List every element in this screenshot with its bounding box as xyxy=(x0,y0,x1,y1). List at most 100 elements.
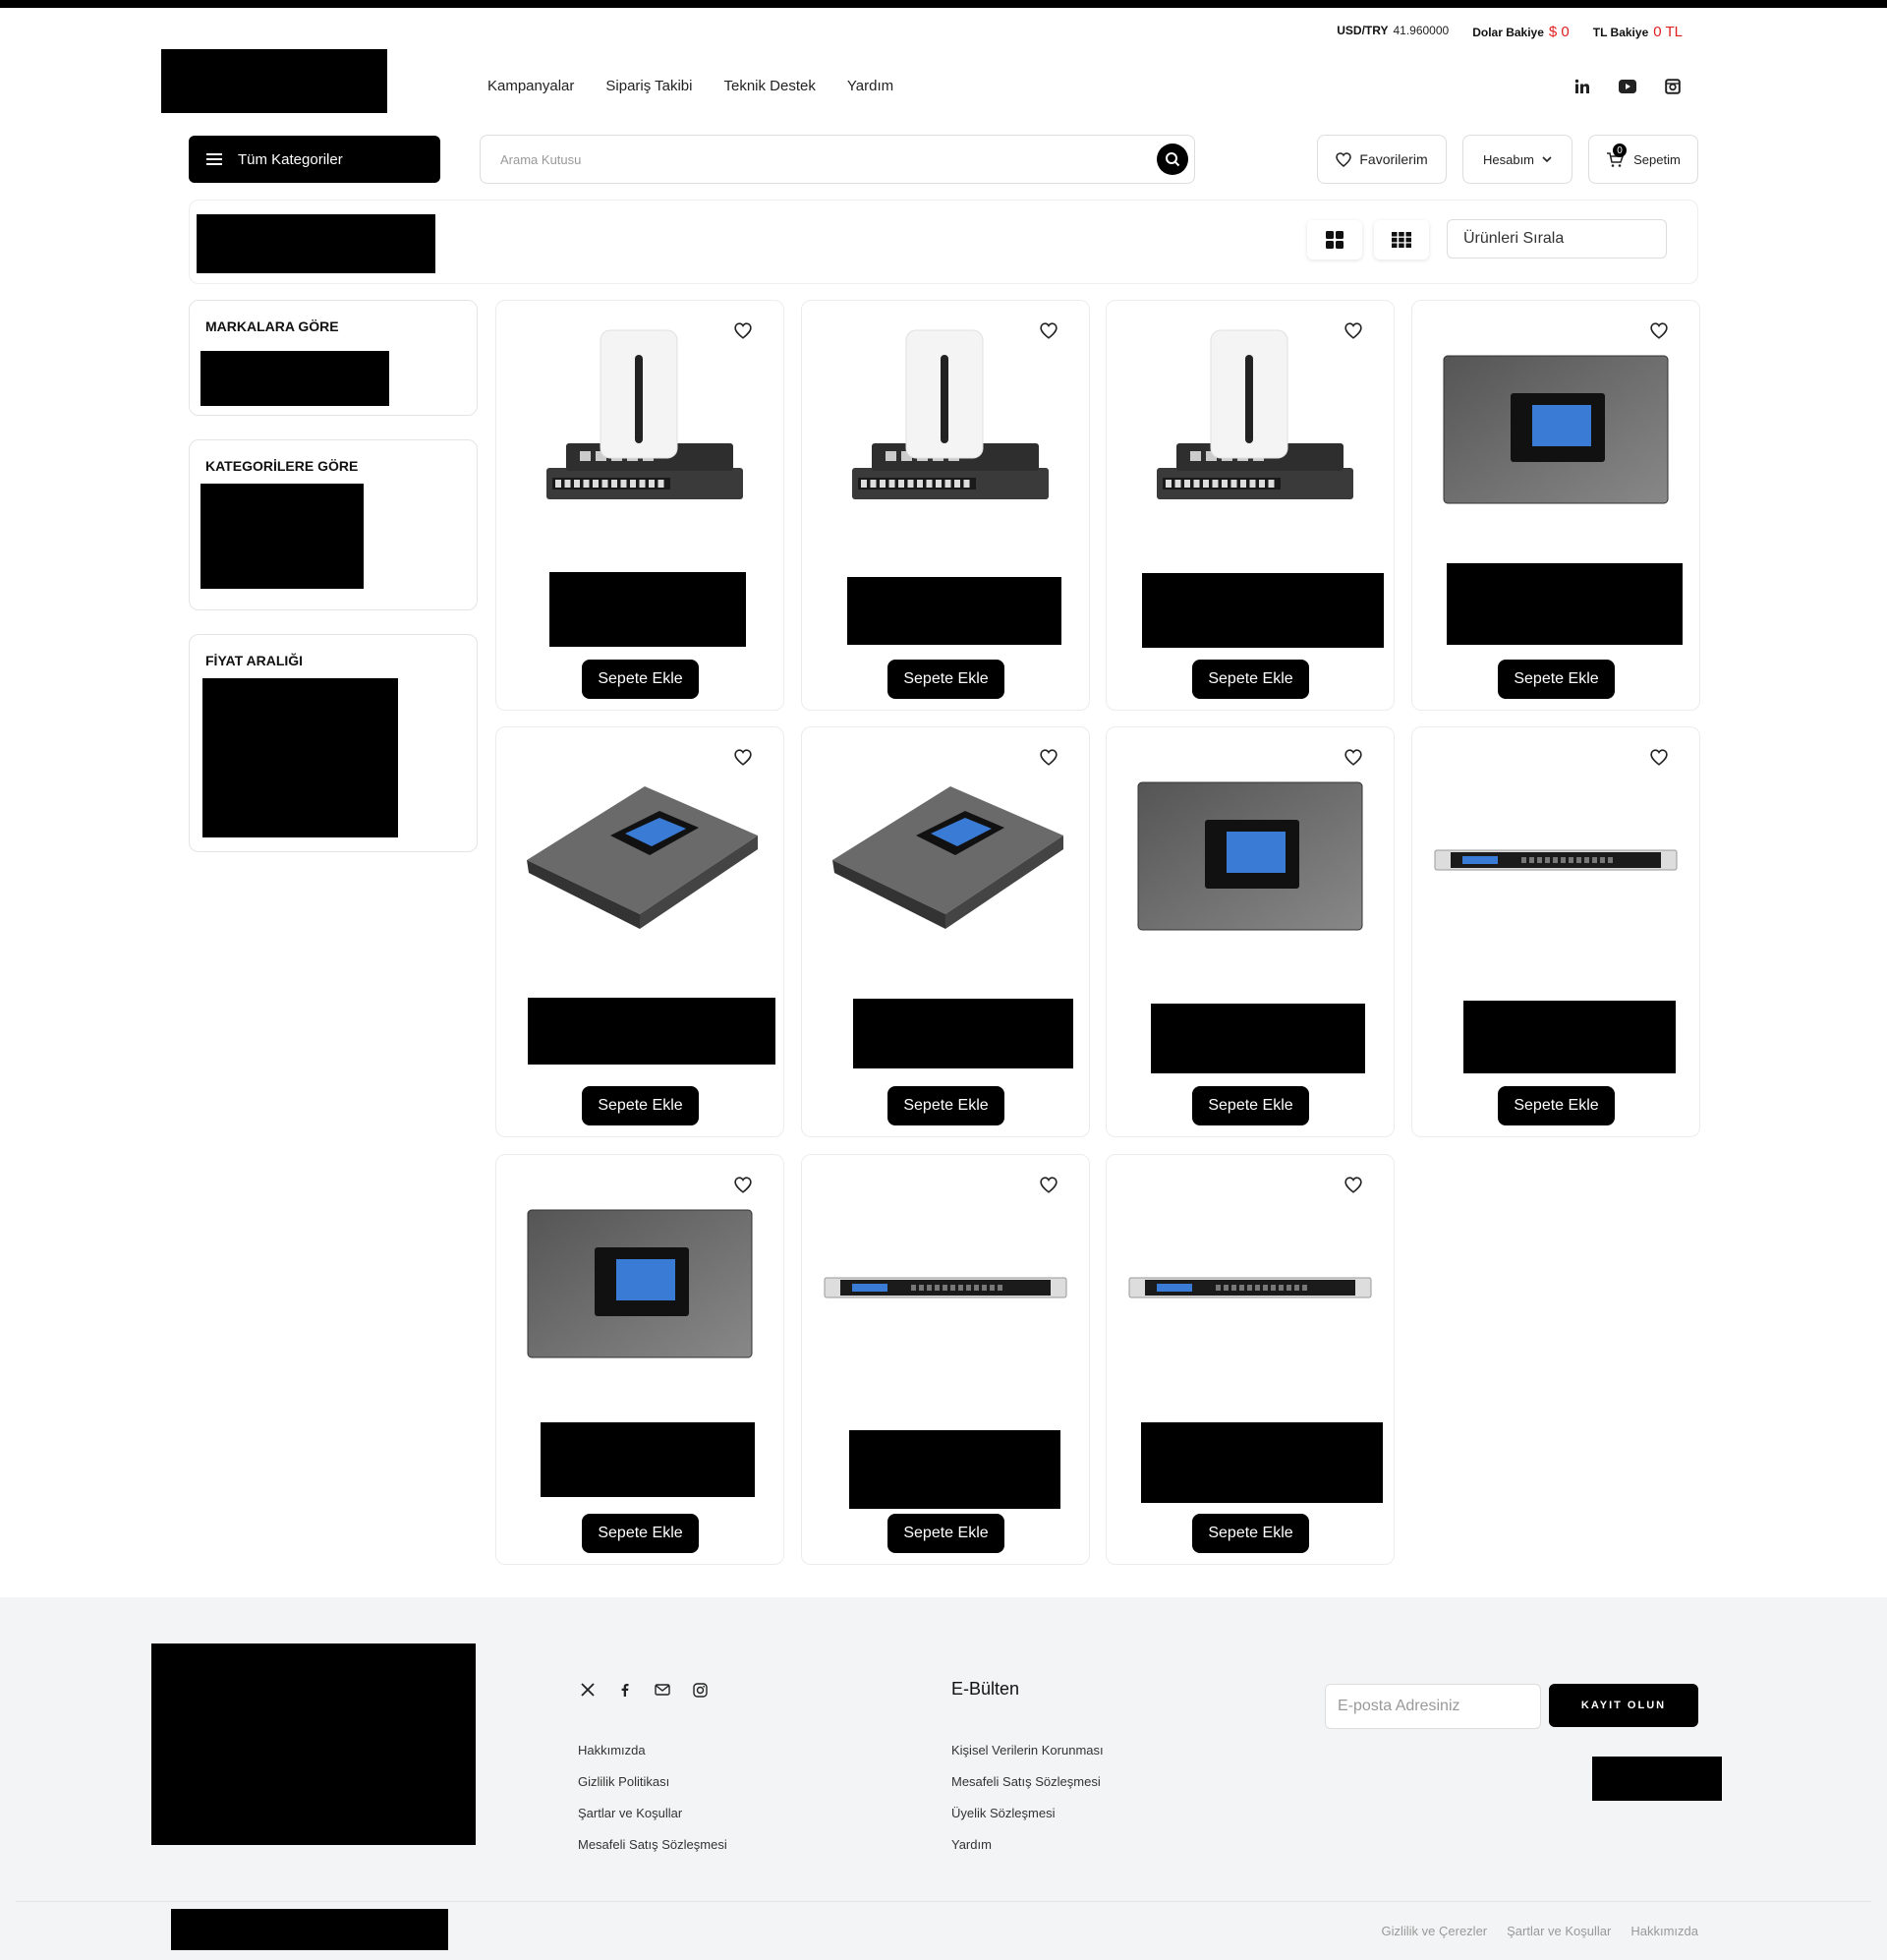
ip-pbx-angled-icon[interactable] xyxy=(508,743,772,977)
newsletter-email-input[interactable] xyxy=(1338,1698,1534,1715)
cart-label: Sepetim xyxy=(1633,151,1681,167)
footer-badge xyxy=(1592,1757,1722,1801)
product-card[interactable]: Sepete Ekle xyxy=(495,726,784,1137)
rate-value: $ 0 xyxy=(1548,24,1570,40)
ip-pbx-front-icon[interactable] xyxy=(508,1171,772,1405)
add-to-cart-button[interactable]: Sepete Ekle xyxy=(1192,1514,1309,1553)
footer-link[interactable]: Yardım xyxy=(951,1836,1104,1854)
account-dropdown[interactable]: Hesabım xyxy=(1462,135,1572,184)
rack-unit-icon[interactable] xyxy=(1424,743,1687,977)
add-to-cart-button[interactable]: Sepete Ekle xyxy=(1498,660,1615,699)
all-categories-button[interactable]: Tüm Kategoriler xyxy=(189,136,440,183)
newsletter-subscribe-button[interactable]: KAYIT OLUN xyxy=(1549,1684,1698,1727)
favorites-button[interactable]: Favorilerim xyxy=(1317,135,1447,184)
product-card[interactable]: Sepete Ekle xyxy=(1411,300,1700,711)
currency-rates: USD/TRY 41.960000 Dolar Bakiye $ 0 TL Ba… xyxy=(1337,24,1683,40)
router-tower-icon[interactable] xyxy=(814,317,1077,550)
product-card[interactable]: Sepete Ekle xyxy=(495,1154,784,1565)
product-card[interactable]: Sepete Ekle xyxy=(801,300,1090,711)
grid-small-icon xyxy=(1392,232,1411,248)
x-icon[interactable] xyxy=(578,1680,598,1700)
nav-item-kampanyalar[interactable]: Kampanyalar xyxy=(487,78,574,94)
footer-link[interactable]: Hakkımızda xyxy=(578,1742,727,1759)
cart-button[interactable]: 0 Sepetim xyxy=(1588,135,1698,184)
footer-link[interactable]: Mesafeli Satış Sözleşmesi xyxy=(951,1773,1104,1791)
product-name-and-price[interactable] xyxy=(528,998,775,1065)
youtube-icon[interactable] xyxy=(1618,77,1637,96)
instagram-icon[interactable] xyxy=(690,1680,710,1700)
filter-categories-title[interactable]: KATEGORİLERE GÖRE xyxy=(205,458,358,474)
search-button[interactable] xyxy=(1157,144,1188,175)
chevron-down-icon xyxy=(1542,156,1552,162)
grid-view-3-button[interactable] xyxy=(1374,220,1429,259)
rack-unit-icon[interactable] xyxy=(814,1171,1077,1405)
product-name-and-price[interactable] xyxy=(847,577,1061,645)
add-to-cart-button[interactable]: Sepete Ekle xyxy=(887,1086,1004,1125)
nav-item-yardim[interactable]: Yardım xyxy=(847,78,893,94)
product-card[interactable]: Sepete Ekle xyxy=(801,1154,1090,1565)
nav-item-teknik-destek[interactable]: Teknik Destek xyxy=(724,78,816,94)
product-card[interactable]: Sepete Ekle xyxy=(1106,726,1395,1137)
ip-pbx-angled-icon[interactable] xyxy=(814,743,1077,977)
heart-icon xyxy=(1336,151,1352,167)
product-name-and-price[interactable] xyxy=(1142,573,1384,648)
product-card[interactable]: Sepete Ekle xyxy=(1411,726,1700,1137)
footer-link[interactable]: Şartlar ve Koşullar xyxy=(578,1805,727,1822)
footer-link[interactable]: Kişisel Verilerin Korunması xyxy=(951,1742,1104,1759)
all-categories-label: Tüm Kategoriler xyxy=(238,150,343,168)
product-name-and-price[interactable] xyxy=(541,1422,755,1497)
footer-link[interactable]: Üyelik Sözleşmesi xyxy=(951,1805,1104,1822)
mail-icon[interactable] xyxy=(653,1680,672,1700)
search-box xyxy=(480,135,1195,184)
filter-categories-list xyxy=(200,484,364,589)
product-name-and-price[interactable] xyxy=(549,572,746,647)
header-social-links xyxy=(1572,77,1683,96)
footer-bottom-link[interactable]: Hakkımızda xyxy=(1630,1924,1698,1938)
rate-tl-balance: TL Bakiye 0 TL xyxy=(1593,24,1683,40)
product-name-and-price[interactable] xyxy=(1141,1422,1383,1503)
product-card[interactable]: Sepete Ekle xyxy=(495,300,784,711)
add-to-cart-button[interactable]: Sepete Ekle xyxy=(887,1514,1004,1553)
product-name-and-price[interactable] xyxy=(1447,563,1683,645)
footer-link[interactable]: Mesafeli Satış Sözleşmesi xyxy=(578,1836,727,1854)
grid-view-2-button[interactable] xyxy=(1307,220,1362,259)
hamburger-icon xyxy=(204,149,224,169)
footer-link[interactable]: Gizlilik Politikası xyxy=(578,1773,727,1791)
product-name-and-price[interactable] xyxy=(853,999,1073,1068)
router-tower-icon[interactable] xyxy=(508,317,772,550)
add-to-cart-button[interactable]: Sepete Ekle xyxy=(887,660,1004,699)
search-input[interactable] xyxy=(500,151,1157,167)
sort-select[interactable]: Ürünleri Sırala xyxy=(1447,219,1667,259)
product-name-and-price[interactable] xyxy=(1151,1004,1365,1073)
add-to-cart-button[interactable]: Sepete Ekle xyxy=(582,1086,699,1125)
filter-price-range xyxy=(202,678,398,837)
main-nav: Kampanyalar Sipariş Takibi Teknik Destek… xyxy=(487,78,893,94)
filter-brands-title[interactable]: MARKALARA GÖRE xyxy=(205,318,339,334)
rack-unit-icon[interactable] xyxy=(1118,1171,1382,1405)
product-name-and-price[interactable] xyxy=(1463,1001,1676,1073)
product-card[interactable]: Sepete Ekle xyxy=(1106,300,1395,711)
footer-logo[interactable] xyxy=(151,1643,476,1845)
router-tower-icon[interactable] xyxy=(1118,317,1382,550)
add-to-cart-button[interactable]: Sepete Ekle xyxy=(1498,1086,1615,1125)
add-to-cart-button[interactable]: Sepete Ekle xyxy=(582,660,699,699)
filter-price-title[interactable]: FİYAT ARALIĞI xyxy=(205,653,303,668)
add-to-cart-button[interactable]: Sepete Ekle xyxy=(1192,660,1309,699)
footer-bottom-link[interactable]: Şartlar ve Koşullar xyxy=(1507,1924,1611,1938)
product-card[interactable]: Sepete Ekle xyxy=(801,726,1090,1137)
product-card[interactable]: Sepete Ekle xyxy=(1106,1154,1395,1565)
ip-pbx-front-icon[interactable] xyxy=(1424,317,1687,550)
footer-bottom-link[interactable]: Gizlilik ve Çerezler xyxy=(1382,1924,1488,1938)
add-to-cart-button[interactable]: Sepete Ekle xyxy=(582,1514,699,1553)
product-name-and-price[interactable] xyxy=(849,1430,1060,1509)
rate-value: 41.960000 xyxy=(1393,24,1450,37)
site-logo[interactable] xyxy=(161,49,387,113)
add-to-cart-button[interactable]: Sepete Ekle xyxy=(1192,1086,1309,1125)
linkedin-icon[interactable] xyxy=(1572,77,1592,96)
rate-dollar-balance: Dolar Bakiye $ 0 xyxy=(1472,24,1570,40)
rate-usd-try: USD/TRY 41.960000 xyxy=(1337,24,1449,40)
nav-item-siparis-takibi[interactable]: Sipariş Takibi xyxy=(605,78,692,94)
instagram-icon[interactable] xyxy=(1663,77,1683,96)
ip-pbx-front-icon[interactable] xyxy=(1118,743,1382,977)
facebook-icon[interactable] xyxy=(615,1680,635,1700)
